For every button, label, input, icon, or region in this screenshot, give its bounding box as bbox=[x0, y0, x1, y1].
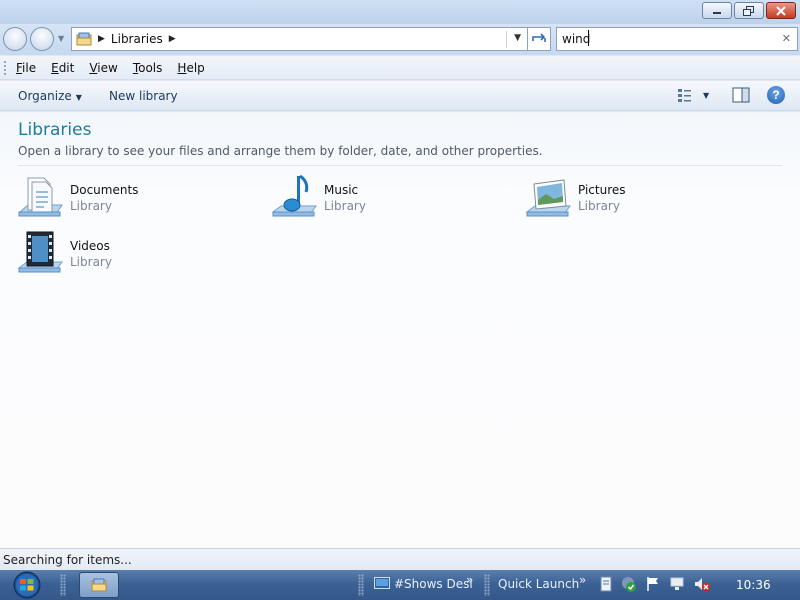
breadcrumb-separator-icon[interactable]: ▶ bbox=[169, 34, 176, 44]
command-bar: Organize ▼ New library ▼ ? bbox=[0, 81, 800, 111]
address-row: ▼ ▶ Libraries ▶ ▼ ✕ bbox=[0, 24, 800, 55]
library-name: Pictures bbox=[578, 183, 626, 197]
content-pane: Libraries Open a library to see your fil… bbox=[0, 112, 800, 548]
window-controls bbox=[702, 2, 796, 19]
libraries-folder-icon bbox=[91, 578, 107, 592]
library-type: Library bbox=[70, 199, 112, 213]
page-title: Libraries bbox=[18, 120, 92, 140]
toolbar-overflow-icon[interactable]: » bbox=[466, 573, 473, 587]
show-desktop-toolbar[interactable]: #Shows Desl bbox=[394, 577, 473, 591]
library-name: Music bbox=[324, 183, 359, 197]
restore-icon bbox=[743, 5, 754, 16]
network-icon[interactable] bbox=[669, 576, 685, 592]
library-item-music[interactable]: Music Library bbox=[270, 172, 366, 222]
library-type: Library bbox=[324, 199, 366, 213]
restore-button[interactable] bbox=[734, 2, 764, 19]
view-dropdown-icon: ▼ bbox=[703, 90, 710, 100]
page-description: Open a library to see your files and arr… bbox=[18, 144, 543, 158]
back-button[interactable] bbox=[3, 27, 27, 51]
library-type: Library bbox=[578, 199, 620, 213]
close-icon bbox=[776, 5, 786, 16]
help-icon[interactable]: ? bbox=[767, 86, 785, 104]
address-divider bbox=[506, 31, 507, 48]
menu-view[interactable]: View bbox=[89, 61, 117, 75]
refresh-icon bbox=[532, 33, 546, 42]
title-bar bbox=[0, 0, 800, 24]
status-bar: Searching for items... bbox=[0, 548, 800, 570]
toolbar-overflow-icon[interactable]: » bbox=[579, 573, 586, 587]
quick-launch-toolbar[interactable]: Quick Launch bbox=[498, 577, 579, 591]
volume-muted-icon[interactable] bbox=[694, 576, 710, 592]
search-input[interactable] bbox=[562, 32, 762, 46]
taskbar-grip[interactable] bbox=[484, 574, 490, 596]
menu-grip bbox=[4, 60, 8, 75]
minimize-icon bbox=[713, 11, 721, 14]
close-button[interactable] bbox=[766, 2, 796, 19]
status-text: Searching for items... bbox=[3, 553, 132, 567]
menu-tools[interactable]: Tools bbox=[133, 61, 163, 75]
view-options-icon bbox=[678, 89, 691, 102]
library-item-videos[interactable]: Videos Library bbox=[16, 228, 112, 278]
text-cursor bbox=[588, 30, 589, 46]
videos-library-icon bbox=[17, 231, 63, 273]
clear-search-icon[interactable]: ✕ bbox=[782, 32, 791, 45]
taskbar: #Shows Desl » Quick Launch » 10:36 bbox=[0, 570, 800, 600]
library-name: Videos bbox=[70, 239, 110, 253]
preview-pane-icon bbox=[732, 87, 750, 103]
documents-library-icon bbox=[18, 177, 63, 217]
forward-button[interactable] bbox=[30, 27, 54, 51]
menu-edit[interactable]: Edit bbox=[51, 61, 74, 75]
library-type: Library bbox=[70, 255, 112, 269]
menu-bar: File Edit View Tools Help bbox=[0, 56, 800, 80]
libraries-folder-icon bbox=[76, 32, 92, 46]
action-center-flag-icon[interactable] bbox=[645, 576, 661, 592]
breadcrumb-separator-icon[interactable]: ▶ bbox=[98, 34, 105, 44]
preview-pane-button[interactable] bbox=[732, 87, 750, 106]
document-tray-icon[interactable] bbox=[598, 576, 614, 592]
start-button[interactable] bbox=[8, 571, 46, 599]
menu-file[interactable]: File bbox=[16, 61, 36, 75]
organize-dropdown-icon: ▼ bbox=[75, 93, 82, 102]
clock[interactable]: 10:36 bbox=[736, 578, 771, 592]
organize-button[interactable]: Organize ▼ bbox=[18, 89, 82, 103]
divider bbox=[18, 165, 782, 166]
breadcrumb-libraries[interactable]: Libraries bbox=[111, 32, 163, 46]
address-bar[interactable]: ▶ Libraries ▶ ▼ bbox=[71, 27, 528, 51]
show-desktop-icon[interactable] bbox=[374, 577, 390, 591]
new-library-button[interactable]: New library bbox=[109, 89, 178, 103]
pictures-library-icon bbox=[525, 179, 571, 217]
minimize-button[interactable] bbox=[702, 2, 732, 19]
library-item-pictures[interactable]: Pictures Library bbox=[524, 172, 626, 222]
security-check-icon[interactable] bbox=[621, 576, 637, 592]
search-box[interactable]: ✕ bbox=[556, 27, 798, 51]
recent-pages-dropdown-icon[interactable]: ▼ bbox=[58, 34, 64, 43]
refresh-button[interactable] bbox=[527, 27, 551, 51]
taskbar-grip[interactable] bbox=[60, 574, 66, 596]
library-item-documents[interactable]: Documents Library bbox=[16, 172, 138, 222]
change-view-button[interactable]: ▼ bbox=[677, 87, 709, 103]
taskbar-grip[interactable] bbox=[358, 574, 364, 596]
music-library-icon bbox=[271, 174, 317, 217]
library-name: Documents bbox=[70, 183, 139, 197]
menu-help[interactable]: Help bbox=[177, 61, 204, 75]
taskbar-explorer-button[interactable] bbox=[79, 572, 119, 598]
address-dropdown-icon[interactable]: ▼ bbox=[514, 33, 521, 43]
